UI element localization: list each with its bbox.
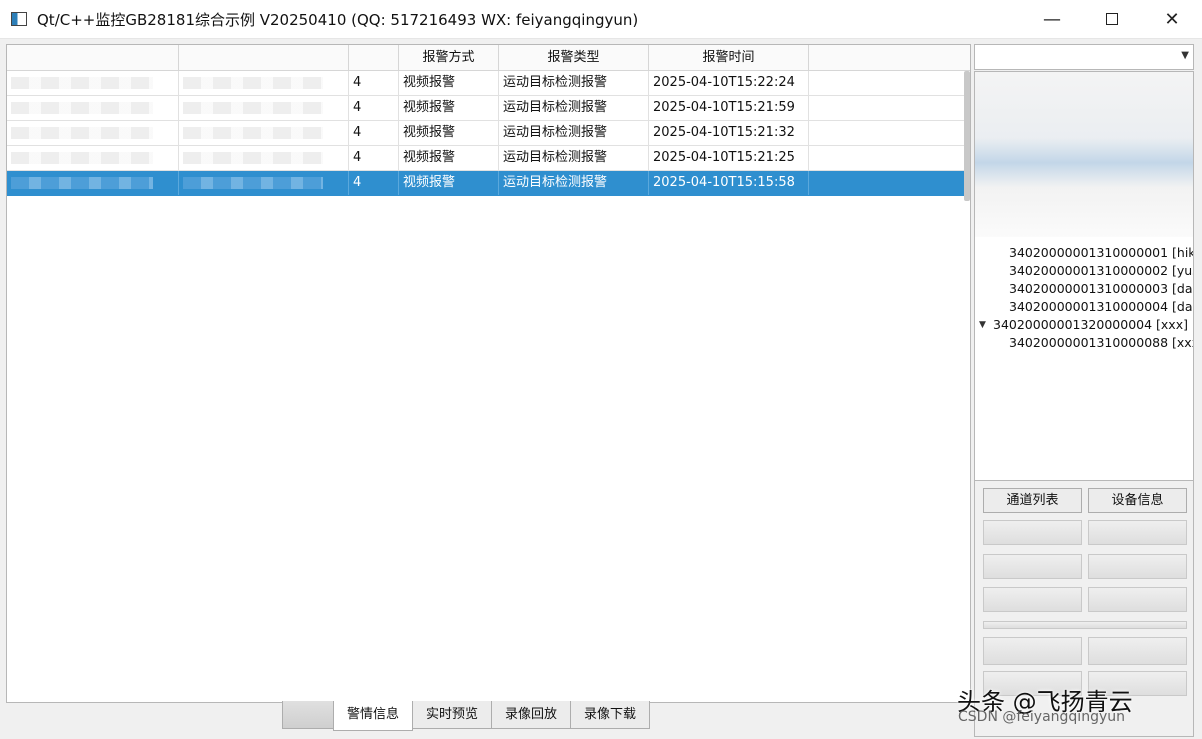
cell-method: 视频报警 [399,146,499,170]
app-icon [11,12,27,26]
blurred-cell [179,71,349,95]
tree-item-label: 34020000001310000001 [hika [1009,245,1194,260]
close-icon: ✕ [1164,8,1180,30]
expand-arrow-icon[interactable]: ▼ [979,316,986,334]
tree-item-label: 34020000001310000088 [xxx] [1009,335,1194,350]
column-header[interactable] [7,45,179,70]
column-header-filler [809,45,970,70]
tree-item[interactable]: 34020000001310000002 [yush [975,262,1193,280]
channel-list-button[interactable]: 通道列表 [983,488,1082,513]
blurred-cell [7,146,179,170]
blurred-cell [7,121,179,145]
column-header[interactable] [349,45,399,70]
tree-item[interactable]: 34020000001310000003 [dah [975,280,1193,298]
tree-item[interactable]: 34020000001310000088 [xxx] [975,334,1193,352]
cell-level: 4 [349,146,399,170]
table-row-selected[interactable]: 4 视频报警 运动目标检测报警 2025-04-10T15:15:58 [7,171,970,196]
blurred-cell [179,96,349,120]
table-row[interactable]: 4 视频报警 运动目标检测报警 2025-04-10T15:21:32 [7,121,970,146]
tree-item[interactable]: 34020000001310000001 [hika [975,244,1193,262]
column-header-time[interactable]: 报警时间 [649,45,809,70]
cell-level: 4 [349,71,399,95]
tree-item-parent[interactable]: ▼ 34020000001320000004 [xxx] [975,316,1193,334]
blurred-cell [7,96,179,120]
blurred-cell [7,171,179,195]
blurred-divider [983,621,1187,629]
blurred-button[interactable] [983,637,1082,665]
table-row[interactable]: 4 视频报警 运动目标检测报警 2025-04-10T15:21:59 [7,96,970,121]
cell-level: 4 [349,171,399,195]
minimize-icon: — [1043,8,1061,30]
cell-level: 4 [349,121,399,145]
tree-item-label: 34020000001320000004 [xxx] [993,317,1188,332]
window-controls: — ✕ [1022,0,1202,38]
column-header-method[interactable]: 报警方式 [399,45,499,70]
tab-download[interactable]: 录像下载 [570,701,651,729]
alarm-table: 报警方式 报警类型 报警时间 4 视频报警 运动目标检测报警 2025-04-1… [6,44,971,703]
cell-type: 运动目标检测报警 [499,146,649,170]
table-row[interactable]: 4 视频报警 运动目标检测报警 2025-04-10T15:21:25 [7,146,970,171]
table-row[interactable]: 4 视频报警 运动目标检测报警 2025-04-10T15:22:24 [7,71,970,96]
tab-playback[interactable]: 录像回放 [491,701,572,729]
table-header: 报警方式 报警类型 报警时间 [7,45,970,71]
maximize-icon [1106,13,1118,25]
cell-type: 运动目标检测报警 [499,71,649,95]
tree-item-label: 34020000001310000004 [dah [1009,299,1194,314]
blurred-button[interactable] [1088,520,1187,545]
blurred-button[interactable] [1088,587,1187,612]
cell-method: 视频报警 [399,121,499,145]
cell-time: 2025-04-10T15:21:25 [649,146,809,170]
cell-type: 运动目标检测报警 [499,171,649,195]
tree-item-label: 34020000001310000003 [dah [1009,281,1194,296]
tab-live-preview[interactable]: 实时预览 [412,701,493,729]
tree-item-label: 34020000001310000002 [yush [1009,263,1194,278]
blurred-cell [179,171,349,195]
device-combobox[interactable]: ▼ [974,44,1194,70]
blurred-cell [179,121,349,145]
window-title: Qt/C++监控GB28181综合示例 V20250410 (QQ: 51721… [37,10,639,29]
cell-method: 视频报警 [399,171,499,195]
tree-item[interactable]: 34020000001310000004 [dah [975,298,1193,316]
cell-type: 运动目标检测报警 [499,96,649,120]
close-button[interactable]: ✕ [1142,0,1202,38]
blurred-button[interactable] [983,554,1082,579]
column-header[interactable] [179,45,349,70]
right-panel: ▼ 34020000001310000001 [hika 34020000001… [974,44,1196,737]
blurred-region [975,72,1193,237]
cell-time: 2025-04-10T15:15:58 [649,171,809,195]
blurred-cell [7,71,179,95]
blurred-button[interactable] [983,587,1082,612]
maximize-button[interactable] [1082,0,1142,38]
cell-time: 2025-04-10T15:21:59 [649,96,809,120]
cell-time: 2025-04-10T15:22:24 [649,71,809,95]
cell-time: 2025-04-10T15:21:32 [649,121,809,145]
blurred-button[interactable] [1088,554,1187,579]
cell-method: 视频报警 [399,71,499,95]
column-header-type[interactable]: 报警类型 [499,45,649,70]
watermark-sub: CSDN @feiyangqingyun [958,709,1125,725]
cell-type: 运动目标检测报警 [499,121,649,145]
cell-level: 4 [349,96,399,120]
device-info-button[interactable]: 设备信息 [1088,488,1187,513]
device-tree: 34020000001310000001 [hika 3402000000131… [974,71,1194,519]
table-body: 4 视频报警 运动目标检测报警 2025-04-10T15:22:24 4 视频… [7,71,970,196]
blurred-combobox[interactable] [1088,637,1187,665]
cell-method: 视频报警 [399,96,499,120]
tree-list: 34020000001310000001 [hika 3402000000131… [975,244,1193,352]
title-bar: Qt/C++监控GB28181综合示例 V20250410 (QQ: 51721… [0,0,1202,39]
chevron-down-icon: ▼ [1181,50,1189,61]
minimize-button[interactable]: — [1022,0,1082,38]
tab-blurred[interactable] [282,701,334,729]
blurred-button[interactable] [983,520,1082,545]
blurred-cell [179,146,349,170]
main-tab-bar: 警情信息 实时预览 录像回放 录像下载 [282,701,651,731]
tab-alarm-info[interactable]: 警情信息 [333,701,414,731]
vertical-scrollbar[interactable] [964,71,970,201]
